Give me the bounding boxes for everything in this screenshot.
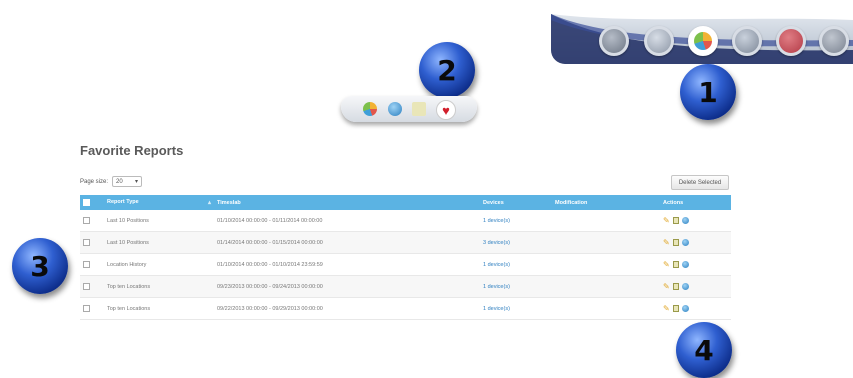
gray-circle-icon[interactable] (599, 26, 629, 56)
schedule-icon[interactable] (673, 217, 679, 224)
callout-3: 3 (12, 238, 68, 294)
row-checkbox[interactable] (83, 239, 90, 246)
devices-link[interactable]: 1 device(s) (483, 306, 510, 312)
globe-icon[interactable] (388, 102, 402, 116)
page-size-value: 20 (116, 178, 123, 185)
row-actions: ✎ (663, 305, 728, 313)
globe-icon[interactable] (682, 239, 689, 246)
row-actions: ✎ (663, 261, 728, 269)
report-type-cell: Top ten Locations (104, 275, 214, 298)
timeslab-cell: 01/10/2014 00:00:00 - 01/11/2014 00:00:0… (214, 210, 480, 232)
pie-chart-icon[interactable] (363, 102, 377, 116)
column-header-report-type[interactable]: Report Type ▴ (104, 195, 214, 210)
report-type-cell: Last 10 Positions (104, 210, 214, 232)
table-row: Location History 01/10/2014 00:00:00 - 0… (80, 253, 731, 276)
globe-icon[interactable] (682, 305, 689, 312)
devices-link[interactable]: 3 device(s) (483, 240, 510, 246)
timeslab-cell: 09/22/2013 00:00:00 - 09/29/2013 00:00:0… (214, 297, 480, 320)
schedule-icon[interactable] (673, 239, 679, 246)
table-row: Last 10 Positions 01/10/2014 00:00:00 - … (80, 210, 731, 232)
report-type-cell: Location History (104, 253, 214, 276)
row-checkbox[interactable] (83, 261, 90, 268)
globe-icon[interactable] (682, 283, 689, 290)
timeslab-cell: 01/10/2014 00:00:00 - 01/10/2014 23:59:5… (214, 253, 480, 276)
modification-cell (552, 231, 660, 254)
schedule-icon[interactable] (673, 305, 679, 312)
gray-circle-icon[interactable] (819, 26, 849, 56)
modification-cell (552, 253, 660, 276)
schedule-icon[interactable] (673, 283, 679, 290)
mini-toolbar: ♥ (341, 96, 477, 122)
callout-1: 1 (680, 64, 736, 120)
map-icon[interactable] (644, 26, 674, 56)
edit-icon[interactable]: ✎ (663, 283, 670, 291)
pie-chart-icon[interactable] (688, 26, 718, 56)
column-header-modification[interactable]: Modification (552, 195, 660, 210)
row-actions: ✎ (663, 239, 728, 247)
table-row: Last 10 Positions 01/14/2014 00:00:00 - … (80, 231, 731, 254)
modification-cell (552, 297, 660, 320)
help-icon[interactable] (776, 26, 806, 56)
page-size-select[interactable]: 20 ▾ (112, 176, 143, 187)
report-type-cell: Top ten Locations (104, 297, 214, 320)
column-header-devices[interactable]: Devices (480, 195, 552, 210)
edit-icon[interactable]: ✎ (663, 305, 670, 313)
column-header-timeslab[interactable]: Timeslab (214, 195, 480, 210)
edit-icon[interactable]: ✎ (663, 239, 670, 247)
page-size-control: Page size: 20 ▾ (80, 176, 143, 187)
column-header-actions: Actions (660, 195, 731, 210)
row-checkbox[interactable] (83, 217, 90, 224)
callout-4: 4 (676, 322, 732, 378)
reports-table: Report Type ▴ Timeslab Devices Modificati… (80, 195, 731, 320)
select-all-cell (80, 195, 104, 210)
edit-icon[interactable]: ✎ (663, 217, 670, 225)
select-all-checkbox[interactable] (83, 199, 90, 206)
devices-link[interactable]: 1 device(s) (483, 218, 510, 224)
modification-cell (552, 275, 660, 298)
timeslab-cell: 01/14/2014 00:00:00 - 01/15/2014 00:00:0… (214, 231, 480, 254)
row-actions: ✎ (663, 217, 728, 225)
table-row: Top ten Locations 09/22/2013 00:00:00 - … (80, 297, 731, 320)
devices-link[interactable]: 1 device(s) (483, 284, 510, 290)
chevron-down-icon: ▾ (135, 179, 139, 185)
main-toolbar (551, 6, 853, 64)
modification-cell (552, 210, 660, 232)
devices-link[interactable]: 1 device(s) (483, 262, 510, 268)
row-actions: ✎ (663, 283, 728, 291)
page-title: Favorite Reports (80, 143, 184, 158)
sort-icon[interactable]: ▴ (208, 199, 211, 206)
schedule-icon[interactable] (412, 102, 426, 116)
row-checkbox[interactable] (83, 305, 90, 312)
heart-icon[interactable]: ♥ (436, 100, 456, 120)
table-header-row: Report Type ▴ Timeslab Devices Modificati… (80, 195, 731, 210)
edit-icon[interactable]: ✎ (663, 261, 670, 269)
delete-selected-button[interactable]: Delete Selected (671, 175, 729, 190)
report-type-cell: Last 10 Positions (104, 231, 214, 254)
callout-2: 2 (419, 42, 475, 98)
table-row: Top ten Locations 09/23/2013 00:00:00 - … (80, 275, 731, 298)
globe-icon[interactable] (682, 217, 689, 224)
row-checkbox[interactable] (83, 283, 90, 290)
timeslab-cell: 09/23/2013 00:00:00 - 09/24/2013 00:00:0… (214, 275, 480, 298)
schedule-icon[interactable] (673, 261, 679, 268)
page-size-label: Page size: (80, 178, 109, 185)
globe-icon[interactable] (682, 261, 689, 268)
home-icon[interactable] (732, 26, 762, 56)
